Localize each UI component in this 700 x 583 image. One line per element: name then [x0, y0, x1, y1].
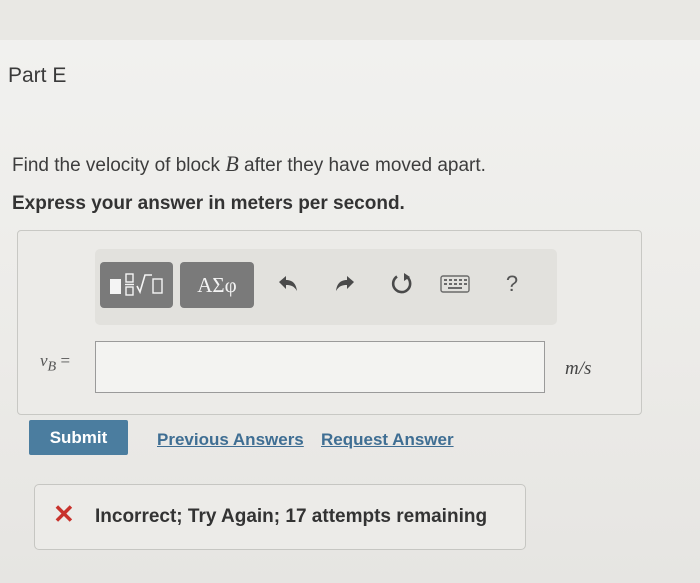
keyboard-button[interactable] — [440, 269, 470, 299]
question-variable: B — [225, 151, 239, 176]
answer-input[interactable] — [95, 341, 545, 393]
previous-answers-link[interactable]: Previous Answers — [157, 430, 304, 450]
answer-variable-label: vB = — [40, 351, 70, 375]
part-title: Part E — [8, 64, 67, 87]
keyboard-icon — [440, 275, 470, 293]
question-text: Find the velocity of block B after they … — [12, 151, 486, 177]
undo-button[interactable] — [273, 269, 303, 299]
reset-button[interactable] — [387, 269, 417, 299]
header-band — [0, 0, 700, 40]
undo-icon — [279, 276, 297, 291]
greek-symbols-button[interactable]: ΑΣφ — [180, 262, 254, 308]
question-suffix: after they have moved apart. — [238, 155, 486, 176]
submit-button[interactable]: Submit — [29, 420, 128, 455]
feedback-box: ✕ Incorrect; Try Again; 17 attempts rema… — [34, 484, 526, 550]
feedback-text: Incorrect; Try Again; 17 attempts remain… — [95, 506, 488, 527]
math-toolbar: ΑΣφ ? — [95, 249, 557, 325]
unit-label: m/s — [565, 358, 592, 379]
question-prefix: Find the velocity of block — [12, 155, 226, 176]
request-answer-link[interactable]: Request Answer — [321, 430, 454, 450]
redo-icon — [336, 276, 354, 291]
equals-sign: = — [56, 351, 71, 370]
templates-button[interactable] — [100, 262, 173, 308]
instruction-text: Express your answer in meters per second… — [12, 193, 405, 214]
reset-icon — [391, 273, 412, 294]
variable-subscript: B — [47, 358, 57, 375]
templates-icon — [109, 273, 163, 296]
redo-button[interactable] — [330, 269, 360, 299]
x-icon: ✕ — [53, 499, 75, 529]
variable-symbol: v — [40, 351, 48, 370]
help-button[interactable]: ? — [497, 269, 527, 299]
